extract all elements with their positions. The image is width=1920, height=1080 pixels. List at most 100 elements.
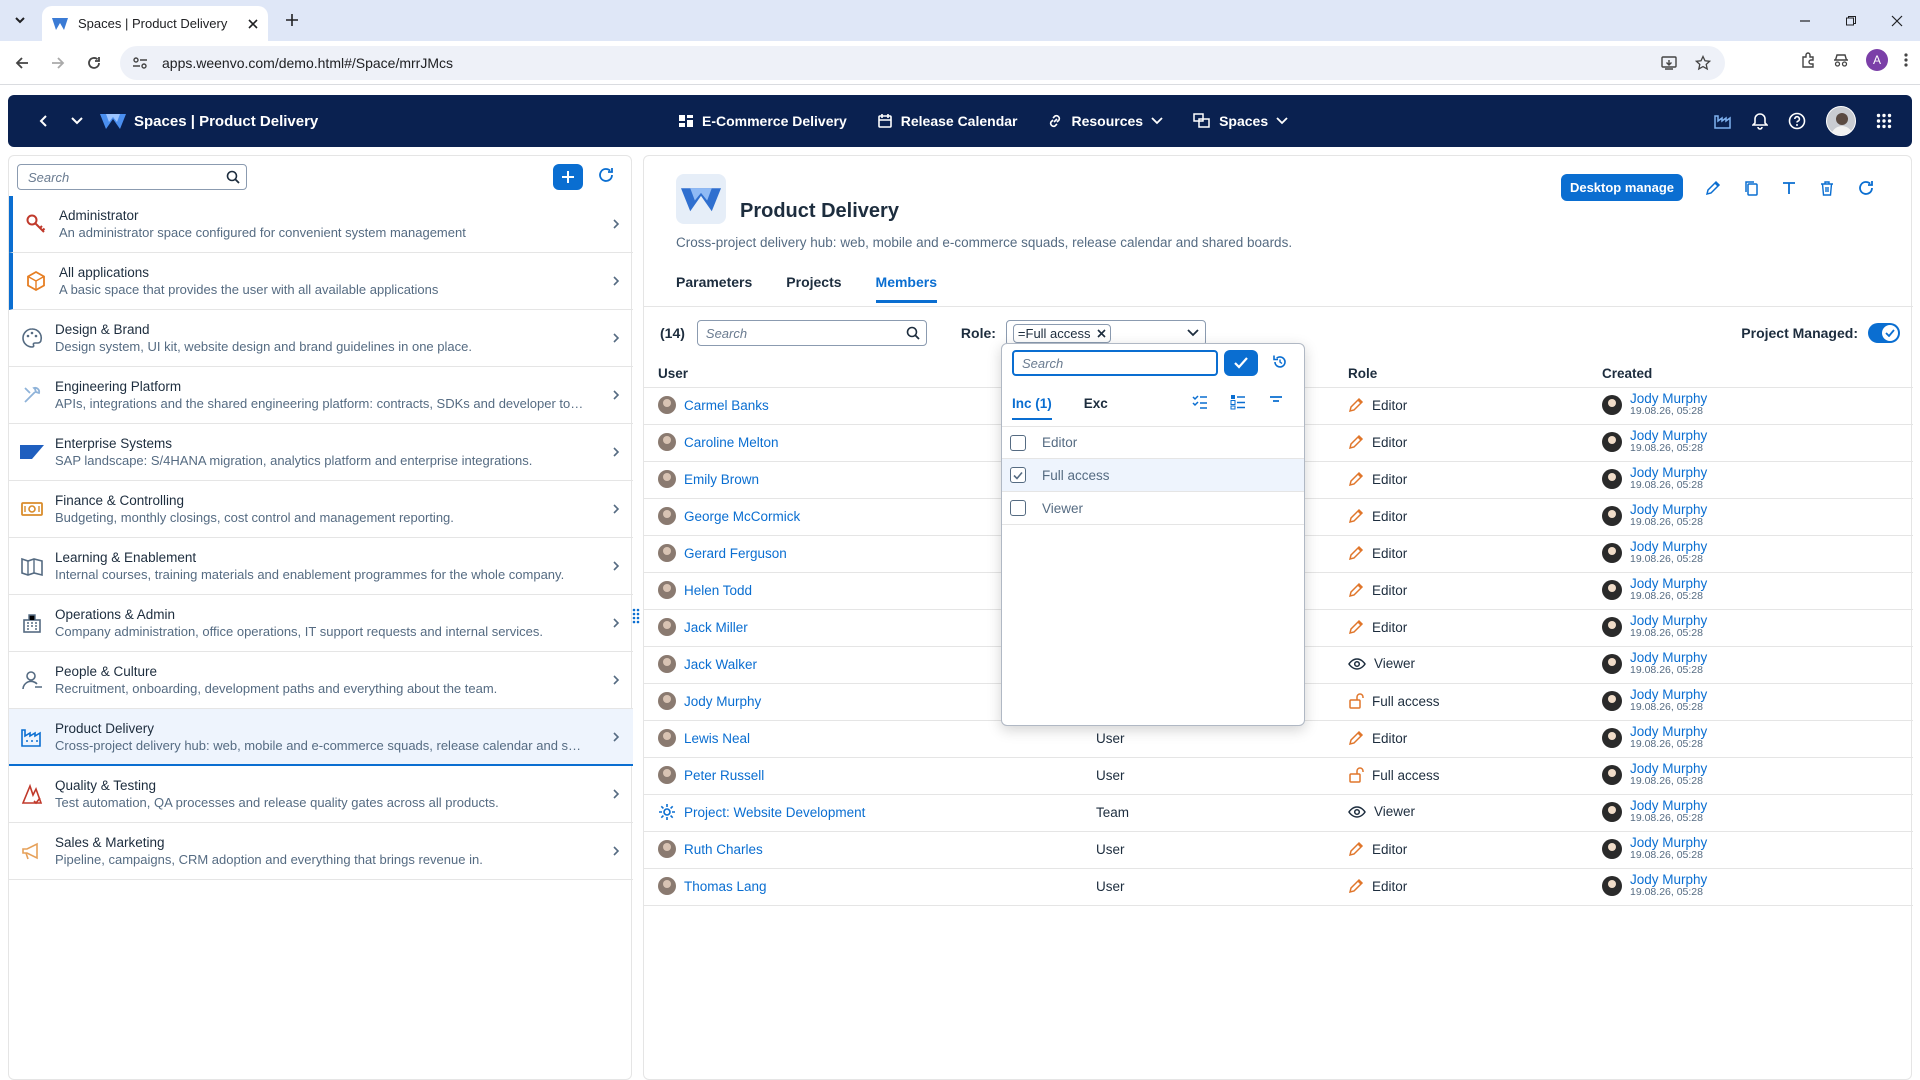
- role-option[interactable]: Editor: [1002, 426, 1304, 459]
- select-all-icon[interactable]: [1192, 394, 1208, 410]
- sidebar-item[interactable]: Operations & Admin Company administratio…: [9, 595, 633, 652]
- extensions-icon[interactable]: [1800, 52, 1816, 68]
- sidebar-item[interactable]: Engineering Platform APIs, integrations …: [9, 367, 633, 424]
- sidebar-item[interactable]: People & Culture Recruitment, onboarding…: [9, 652, 633, 709]
- column-header-user[interactable]: User: [658, 366, 688, 381]
- members-search-input[interactable]: Search: [696, 320, 927, 346]
- table-row[interactable]: Project: Website Development Team Viewer…: [644, 795, 1913, 832]
- creator-name-link[interactable]: Jody Murphy: [1630, 836, 1707, 850]
- copy-icon[interactable]: [1743, 180, 1759, 196]
- back-chevron-icon[interactable]: [38, 95, 48, 147]
- table-row[interactable]: Thomas Lang User Editor Jody Murphy 19.08…: [644, 869, 1913, 906]
- member-name-link[interactable]: Gerard Ferguson: [658, 544, 787, 562]
- apply-filter-button[interactable]: [1224, 350, 1258, 376]
- forward-arrow-icon[interactable]: [44, 49, 72, 77]
- sidebar-item[interactable]: Enterprise Systems SAP landscape: S/4HAN…: [9, 424, 633, 481]
- creator-name-link[interactable]: Jody Murphy: [1630, 614, 1707, 628]
- search-icon[interactable]: [906, 326, 920, 340]
- sidebar-item[interactable]: Administrator An administrator space con…: [9, 196, 633, 253]
- sidebar-item[interactable]: Quality & Testing Test automation, QA pr…: [9, 766, 633, 823]
- member-name-link[interactable]: George McCormick: [658, 507, 800, 525]
- resize-grip-icon[interactable]: [632, 608, 640, 624]
- nav-spaces[interactable]: Spaces: [1193, 113, 1288, 129]
- member-name-link[interactable]: Caroline Melton: [658, 433, 779, 451]
- column-header-created[interactable]: Created: [1602, 366, 1652, 381]
- member-name-link[interactable]: Ruth Charles: [658, 840, 763, 858]
- popup-search-input[interactable]: Search: [1012, 350, 1218, 376]
- nav-resources[interactable]: Resources: [1047, 113, 1163, 129]
- refresh-icon[interactable]: [1857, 179, 1875, 197]
- checked-checkbox[interactable]: [1010, 467, 1026, 483]
- table-row[interactable]: Lewis Neal User Editor Jody Murphy 19.08.…: [644, 721, 1913, 758]
- browser-menu-icon[interactable]: [1904, 52, 1908, 68]
- tab-include[interactable]: Inc (1): [1012, 396, 1052, 420]
- expand-chevron-icon[interactable]: [70, 95, 84, 147]
- table-row[interactable]: Ruth Charles User Editor Jody Murphy 19.0…: [644, 832, 1913, 869]
- column-header-role[interactable]: Role: [1348, 366, 1377, 381]
- creator-name-link[interactable]: Jody Murphy: [1630, 725, 1707, 739]
- creator-name-link[interactable]: Jody Murphy: [1630, 466, 1707, 480]
- minimize-icon[interactable]: [1782, 0, 1828, 41]
- member-name-link[interactable]: Project: Website Development: [658, 803, 865, 821]
- sidebar-item[interactable]: Learning & Enablement Internal courses, …: [9, 538, 633, 595]
- sidebar-item[interactable]: Finance & Controlling Budgeting, monthly…: [9, 481, 633, 538]
- list-view-icon[interactable]: [1230, 394, 1246, 410]
- creator-name-link[interactable]: Jody Murphy: [1630, 540, 1707, 554]
- member-name-link[interactable]: Thomas Lang: [658, 877, 767, 895]
- role-option[interactable]: Full access: [1002, 459, 1304, 492]
- delete-trash-icon[interactable]: [1819, 180, 1835, 196]
- text-format-icon[interactable]: [1781, 180, 1797, 196]
- creator-name-link[interactable]: Jody Murphy: [1630, 873, 1707, 887]
- creator-name-link[interactable]: Jody Murphy: [1630, 651, 1707, 665]
- role-option[interactable]: Viewer: [1002, 492, 1304, 525]
- install-app-icon[interactable]: [1661, 55, 1677, 71]
- role-filter-token[interactable]: =Full access: [1012, 323, 1111, 343]
- member-name-link[interactable]: Jack Walker: [658, 655, 757, 673]
- reset-filter-icon[interactable]: [1272, 354, 1288, 370]
- member-name-link[interactable]: Jack Miller: [658, 618, 748, 636]
- nav-ecommerce-delivery[interactable]: E-Commerce Delivery: [678, 113, 847, 129]
- reload-icon[interactable]: [80, 49, 108, 77]
- creator-name-link[interactable]: Jody Murphy: [1630, 503, 1707, 517]
- checkbox[interactable]: [1010, 434, 1026, 451]
- table-row[interactable]: Peter Russell User Full access Jody Murp…: [644, 758, 1913, 795]
- collapse-icon[interactable]: [1268, 394, 1284, 410]
- chevron-down-icon[interactable]: [1187, 329, 1199, 337]
- tab-parameters[interactable]: Parameters: [676, 274, 752, 303]
- help-icon[interactable]: [1788, 112, 1806, 130]
- add-space-button[interactable]: [553, 164, 583, 190]
- member-name-link[interactable]: Jody Murphy: [658, 692, 761, 710]
- desktop-manage-button[interactable]: Desktop manage: [1560, 174, 1683, 201]
- creator-name-link[interactable]: Jody Murphy: [1630, 577, 1707, 591]
- back-arrow-icon[interactable]: [8, 49, 36, 77]
- remove-token-icon[interactable]: [1096, 328, 1106, 338]
- tab-projects[interactable]: Projects: [786, 274, 841, 303]
- spaces-search-input[interactable]: Search: [17, 164, 247, 190]
- sidebar-item[interactable]: All applications A basic space that prov…: [9, 253, 633, 310]
- creator-name-link[interactable]: Jody Murphy: [1630, 762, 1707, 776]
- close-tab-icon[interactable]: [248, 18, 258, 29]
- incognito-icon[interactable]: [1832, 52, 1850, 68]
- search-icon[interactable]: [226, 170, 240, 184]
- creator-name-link[interactable]: Jody Murphy: [1630, 392, 1707, 406]
- creator-name-link[interactable]: Jody Murphy: [1630, 429, 1707, 443]
- project-managed-toggle[interactable]: [1868, 323, 1900, 343]
- edit-pencil-icon[interactable]: [1705, 180, 1721, 196]
- sidebar-item[interactable]: Sales & Marketing Pipeline, campaigns, C…: [9, 823, 633, 880]
- tab-members[interactable]: Members: [875, 274, 937, 303]
- profile-avatar[interactable]: A: [1866, 49, 1888, 71]
- nav-release-calendar[interactable]: Release Calendar: [877, 113, 1017, 129]
- browser-tab[interactable]: Spaces | Product Delivery: [42, 6, 268, 41]
- app-logo[interactable]: Spaces | Product Delivery: [100, 95, 318, 147]
- user-avatar[interactable]: [1826, 106, 1856, 136]
- member-name-link[interactable]: Emily Brown: [658, 470, 759, 488]
- factory-icon[interactable]: [1714, 113, 1732, 129]
- member-name-link[interactable]: Peter Russell: [658, 766, 764, 784]
- new-tab-icon[interactable]: [278, 6, 306, 34]
- window-close-icon[interactable]: [1874, 0, 1920, 41]
- member-name-link[interactable]: Lewis Neal: [658, 729, 750, 747]
- member-name-link[interactable]: Carmel Banks: [658, 396, 769, 414]
- site-info-icon[interactable]: [132, 56, 148, 70]
- sidebar-item[interactable]: Design & Brand Design system, UI kit, we…: [9, 310, 633, 367]
- creator-name-link[interactable]: Jody Murphy: [1630, 688, 1707, 702]
